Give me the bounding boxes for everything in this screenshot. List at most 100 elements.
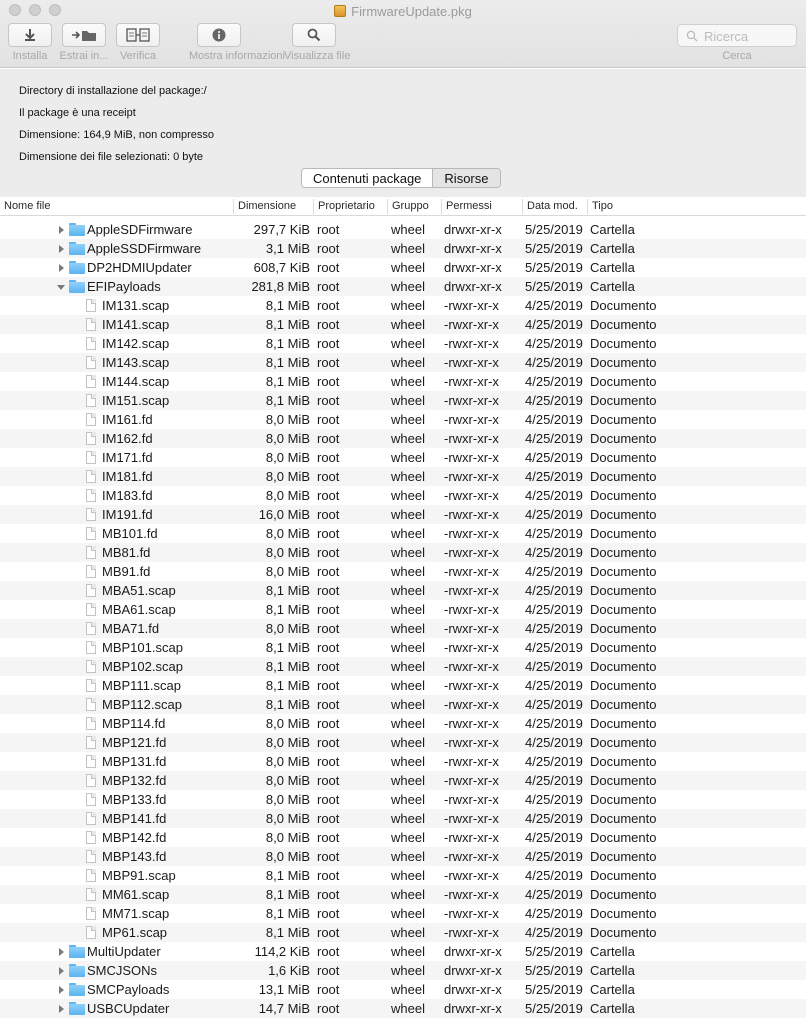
folder-row[interactable]: AppleSDFirmware 297,7 KiB root wheel drwxr-x… [0,220,806,239]
permissions-cell: -rwxr-xr-x [444,716,499,731]
file-row[interactable]: IM181.fd 8,0 MiB root wheel -rwxr-xr-x 4/25/2… [0,467,806,486]
folder-row[interactable]: DP2HDMIUpdater 608,7 KiB root wheel drwxr-xr… [0,258,806,277]
group-cell: wheel [391,507,425,522]
file-row[interactable]: MBP132.fd 8,0 MiB root wheel -rwxr-xr-x 4/25/… [0,771,806,790]
magnifier-icon [292,23,336,47]
file-row[interactable]: MB101.fd 8,0 MiB root wheel -rwxr-xr-x 4/25/2… [0,524,806,543]
size-cell: 8,1 MiB [265,317,310,332]
type-cell: Documento [590,431,657,446]
document-icon [86,318,96,331]
file-row[interactable]: MBP112.scap 8,1 MiB root wheel -rwxr-xr-x 4/2… [0,695,806,714]
disclosure-collapsed-icon[interactable] [56,985,66,995]
search-field[interactable] [677,24,797,47]
disclosure-collapsed-icon[interactable] [56,225,66,235]
size-cell: 8,1 MiB [265,355,310,370]
file-row[interactable]: MBP143.fd 8,0 MiB root wheel -rwxr-xr-x 4/25/… [0,847,806,866]
size-cell: 608,7 KiB [253,260,310,275]
file-row[interactable]: MBP102.scap 8,1 MiB root wheel -rwxr-xr-x 4/2… [0,657,806,676]
file-row[interactable]: IM151.scap 8,1 MiB root wheel -rwxr-xr-x 4/25… [0,391,806,410]
file-name: DP2HDMIUpdater [87,260,192,275]
name-cell: MBP112.scap [86,696,182,713]
disclosure-collapsed-icon[interactable] [56,1004,66,1014]
folder-row[interactable]: SMCJSONs 1,6 KiB root wheel drwxr-xr-x 5/25/2… [0,961,806,980]
file-row[interactable]: MBP111.scap 8,1 MiB root wheel -rwxr-xr-x 4/2… [0,676,806,695]
file-row[interactable]: MBP91.scap 8,1 MiB root wheel -rwxr-xr-x 4/25… [0,866,806,885]
permissions-cell: drwxr-xr-x [444,260,502,275]
size-cell: 8,1 MiB [265,583,310,598]
file-row[interactable]: MM71.scap 8,1 MiB root wheel -rwxr-xr-x 4/25/… [0,904,806,923]
tab-resources[interactable]: Risorse [432,169,500,187]
file-row[interactable]: IM144.scap 8,1 MiB root wheel -rwxr-xr-x 4/25… [0,372,806,391]
folder-row[interactable]: MultiUpdater 114,2 KiB root wheel drwxr-xr-x… [0,942,806,961]
file-row[interactable]: MBP141.fd 8,0 MiB root wheel -rwxr-xr-x 4/25/… [0,809,806,828]
file-row[interactable]: IM162.fd 8,0 MiB root wheel -rwxr-xr-x 4/25/2… [0,429,806,448]
file-row[interactable]: MBA61.scap 8,1 MiB root wheel -rwxr-xr-x 4/25… [0,600,806,619]
disclosure-expanded-icon[interactable] [56,282,66,292]
file-row[interactable]: IM141.scap 8,1 MiB root wheel -rwxr-xr-x 4/25… [0,315,806,334]
verify-button[interactable]: Verifica [108,23,168,62]
date-cell: 4/25/2019 [525,393,583,408]
file-row[interactable]: MB91.fd 8,0 MiB root wheel -rwxr-xr-x 4/25/20… [0,562,806,581]
install-button[interactable]: Installa [0,23,60,62]
name-cell: MBA61.scap [86,601,176,618]
disclosure-collapsed-icon[interactable] [56,244,66,254]
file-row[interactable]: MP61.scap 8,1 MiB root wheel -rwxr-xr-x 4/25/… [0,923,806,942]
file-row[interactable]: MBA71.fd 8,0 MiB root wheel -rwxr-xr-x 4/25/2… [0,619,806,638]
file-row[interactable]: IM143.scap 8,1 MiB root wheel -rwxr-xr-x 4/25… [0,353,806,372]
permissions-cell: -rwxr-xr-x [444,583,499,598]
type-cell: Documento [590,412,657,427]
folder-row[interactable]: EFIPayloads 281,8 MiB root wheel drwxr-xr-x 5… [0,277,806,296]
type-cell: Documento [590,792,657,807]
group-cell: wheel [391,412,425,427]
owner-cell: root [317,849,340,864]
document-icon [86,413,96,426]
file-row[interactable]: IM142.scap 8,1 MiB root wheel -rwxr-xr-x 4/25… [0,334,806,353]
file-row[interactable]: MM61.scap 8,1 MiB root wheel -rwxr-xr-x 4/25/… [0,885,806,904]
disclosure-collapsed-icon[interactable] [56,263,66,273]
file-row[interactable]: IM131.scap 8,1 MiB root wheel -rwxr-xr-x 4/25… [0,296,806,315]
permissions-cell: -rwxr-xr-x [444,431,499,446]
permissions-cell: -rwxr-xr-x [444,545,499,560]
tab-package-contents[interactable]: Contenuti package [302,169,433,187]
folder-row[interactable]: AppleSSDFirmware 3,1 MiB root wheel drwxr-xr… [0,239,806,258]
file-name: MM71.scap [102,906,170,921]
file-row[interactable]: MBP142.fd 8,0 MiB root wheel -rwxr-xr-x 4/25/… [0,828,806,847]
group-cell: wheel [391,868,425,883]
file-row[interactable]: MBP114.fd 8,0 MiB root wheel -rwxr-xr-x 4/25/… [0,714,806,733]
file-row[interactable]: IM171.fd 8,0 MiB root wheel -rwxr-xr-x 4/25/2… [0,448,806,467]
size-cell: 8,1 MiB [265,678,310,693]
file-row[interactable]: MBP121.fd 8,0 MiB root wheel -rwxr-xr-x 4/25/… [0,733,806,752]
column-header-name[interactable]: Nome file [0,199,230,214]
file-name: IM171.fd [102,450,153,465]
extract-button[interactable]: Estrai in... [54,23,114,62]
file-row[interactable]: IM161.fd 8,0 MiB root wheel -rwxr-xr-x 4/25/2… [0,410,806,429]
file-row[interactable]: MBA51.scap 8,1 MiB root wheel -rwxr-xr-x 4/25… [0,581,806,600]
folder-row[interactable]: USBCUpdater 14,7 MiB root wheel drwxr-xr-x 5/… [0,999,806,1018]
search-input[interactable] [704,28,792,44]
type-cell: Documento [590,317,657,332]
name-cell: MBP111.scap [86,677,181,694]
column-header-size[interactable]: Dimensione [233,199,312,214]
type-cell: Documento [590,621,657,636]
column-header-date[interactable]: Data mod. [522,199,586,214]
file-row[interactable]: MBP131.fd 8,0 MiB root wheel -rwxr-xr-x 4/25/… [0,752,806,771]
file-row[interactable]: IM191.fd 16,0 MiB root wheel -rwxr-xr-x 4/25/… [0,505,806,524]
show-info-button[interactable]: Mostra informazioni [189,23,285,62]
column-header-owner[interactable]: Proprietario [313,199,385,214]
group-cell: wheel [391,754,425,769]
column-header-permissions[interactable]: Permessi [441,199,521,214]
file-row[interactable]: MBP101.scap 8,1 MiB root wheel -rwxr-xr-x 4/2… [0,638,806,657]
column-header-group[interactable]: Gruppo [387,199,439,214]
file-name: MBP143.fd [102,849,167,864]
folder-row[interactable]: SMCPayloads 13,1 MiB root wheel drwxr-xr-x 5/… [0,980,806,999]
disclosure-collapsed-icon[interactable] [56,947,66,957]
file-row[interactable]: MBP133.fd 8,0 MiB root wheel -rwxr-xr-x 4/25/… [0,790,806,809]
file-row[interactable]: MB81.fd 8,0 MiB root wheel -rwxr-xr-x 4/25/20… [0,543,806,562]
column-header-type[interactable]: Tipo [587,199,806,214]
view-files-button[interactable]: Visualizza file [284,23,350,62]
disclosure-collapsed-icon[interactable] [56,966,66,976]
group-cell: wheel [391,944,425,959]
name-cell: IM131.scap [86,297,169,314]
file-row[interactable]: IM183.fd 8,0 MiB root wheel -rwxr-xr-x 4/25/2… [0,486,806,505]
date-cell: 5/25/2019 [525,944,583,959]
